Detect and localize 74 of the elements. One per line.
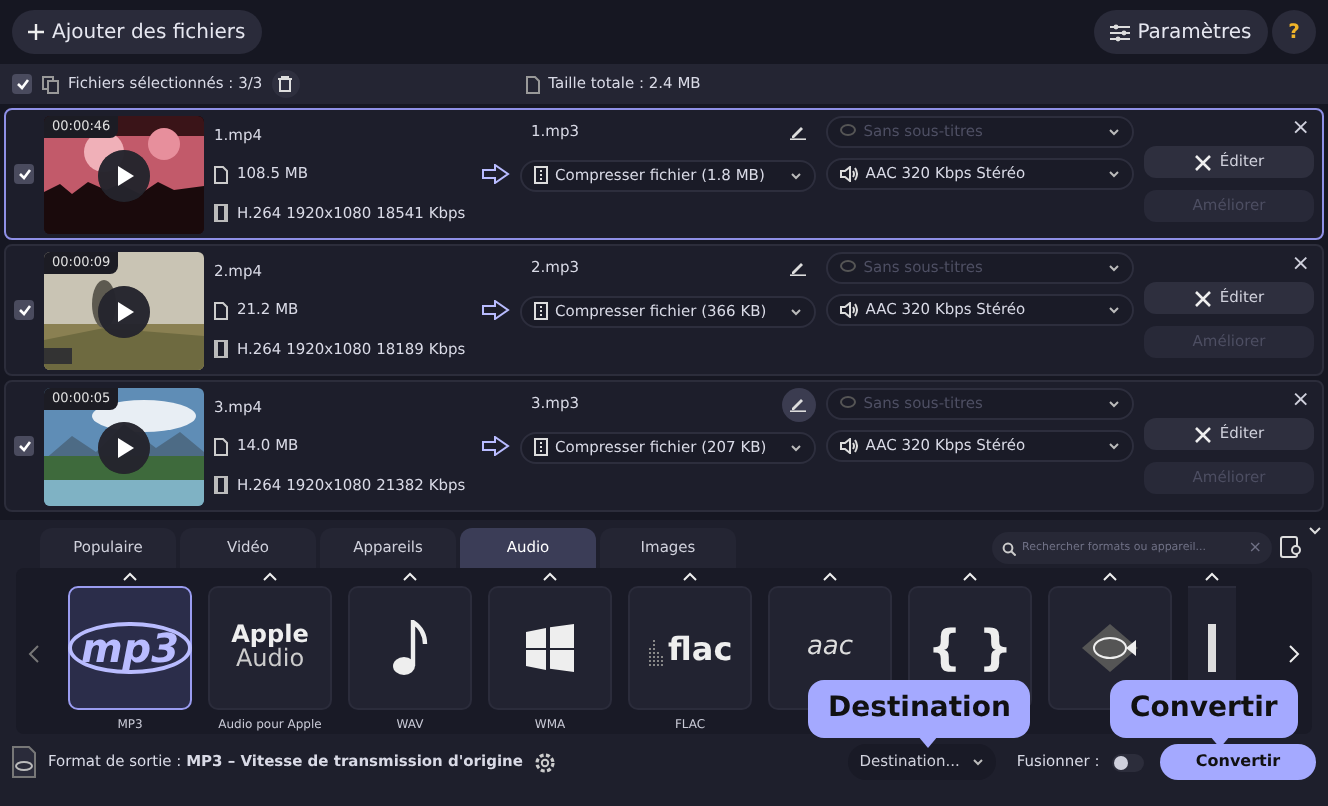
search-icon (1002, 541, 1016, 555)
music-note-icon (392, 619, 428, 675)
format-tile[interactable]: flac (628, 585, 752, 709)
checkbox[interactable] (14, 164, 34, 184)
caret-up-icon[interactable] (542, 571, 558, 581)
checkbox[interactable] (12, 74, 32, 94)
settings-button[interactable]: Paramètres (1093, 10, 1268, 54)
speech-bubble-icon (839, 124, 856, 138)
caret-up-icon[interactable] (1102, 571, 1118, 581)
chevron-down-icon (789, 307, 802, 315)
gear-icon[interactable] (534, 751, 557, 773)
caret-up-icon[interactable] (262, 571, 278, 581)
document-icon (214, 437, 228, 455)
chevron-down-icon (1107, 305, 1120, 313)
format-tile[interactable]: mp3 (68, 585, 192, 709)
edit-name-button[interactable] (781, 387, 816, 421)
logo-text: aac (806, 629, 854, 666)
device-search-icon[interactable] (1280, 536, 1304, 558)
pencil-icon (790, 124, 807, 140)
format-tile[interactable] (348, 585, 472, 709)
plus-icon (28, 24, 44, 40)
chevron-down-icon (1107, 169, 1120, 177)
tooltip-pointer (918, 736, 938, 748)
checkbox[interactable] (14, 300, 34, 320)
help-button[interactable]: ? (1272, 10, 1316, 54)
chevron-down-icon (971, 758, 984, 766)
logo-text: flac (668, 633, 733, 665)
caret-up-icon[interactable] (962, 571, 978, 581)
sliders-icon (1109, 23, 1130, 41)
logo-text: { } (927, 623, 1013, 671)
merge-toggle[interactable] (1111, 753, 1144, 771)
caret-up-icon[interactable] (1204, 571, 1220, 581)
fish-icon (1080, 621, 1140, 673)
close-button[interactable]: × (1291, 116, 1310, 138)
speaker-icon (839, 301, 858, 317)
windows-logo-icon (524, 623, 576, 671)
logo-text: Apple (231, 621, 309, 646)
speaker-icon (839, 165, 858, 181)
files-icon (41, 75, 59, 93)
format-tile[interactable]: Apple Audio (208, 585, 332, 709)
convert-arrow-icon (481, 300, 509, 320)
caret-up-icon[interactable] (682, 571, 698, 581)
speech-bubble-icon (839, 260, 856, 274)
trash-icon (278, 76, 293, 92)
convert-button[interactable]: Convertir (1160, 744, 1316, 780)
caret-up-icon[interactable] (402, 571, 418, 581)
speaker-icon (839, 437, 858, 453)
document-icon (214, 165, 228, 183)
collapse-chevron-icon[interactable] (1308, 526, 1322, 536)
chevron-down-icon (789, 443, 802, 451)
logo-subtext: Audio (235, 645, 305, 673)
chevron-down-icon (1107, 399, 1120, 407)
document-icon (525, 75, 540, 93)
logo-text: mp3 (68, 621, 192, 673)
caret-up-icon[interactable] (122, 571, 138, 581)
pencil-icon (790, 260, 807, 276)
convert-arrow-icon (481, 436, 509, 456)
close-button[interactable]: × (1291, 388, 1310, 410)
convert-arrow-icon (481, 164, 509, 184)
document-icon (214, 301, 228, 319)
checkbox[interactable] (14, 436, 34, 456)
chevron-down-icon (1107, 127, 1120, 135)
chevron-down-icon (1107, 441, 1120, 449)
caret-up-icon[interactable] (822, 571, 838, 581)
tooltip-pointer (1210, 736, 1230, 748)
audio-file-icon (12, 746, 36, 778)
speech-bubble-icon (839, 396, 856, 410)
close-button[interactable]: × (1291, 252, 1310, 274)
add-files-button[interactable]: Ajouter des fichiers (12, 10, 262, 54)
chevron-down-icon (1107, 263, 1120, 271)
trash-button[interactable] (271, 70, 300, 98)
format-tile[interactable] (488, 585, 612, 709)
chevron-down-icon (789, 171, 802, 179)
pencil-icon (790, 396, 807, 412)
